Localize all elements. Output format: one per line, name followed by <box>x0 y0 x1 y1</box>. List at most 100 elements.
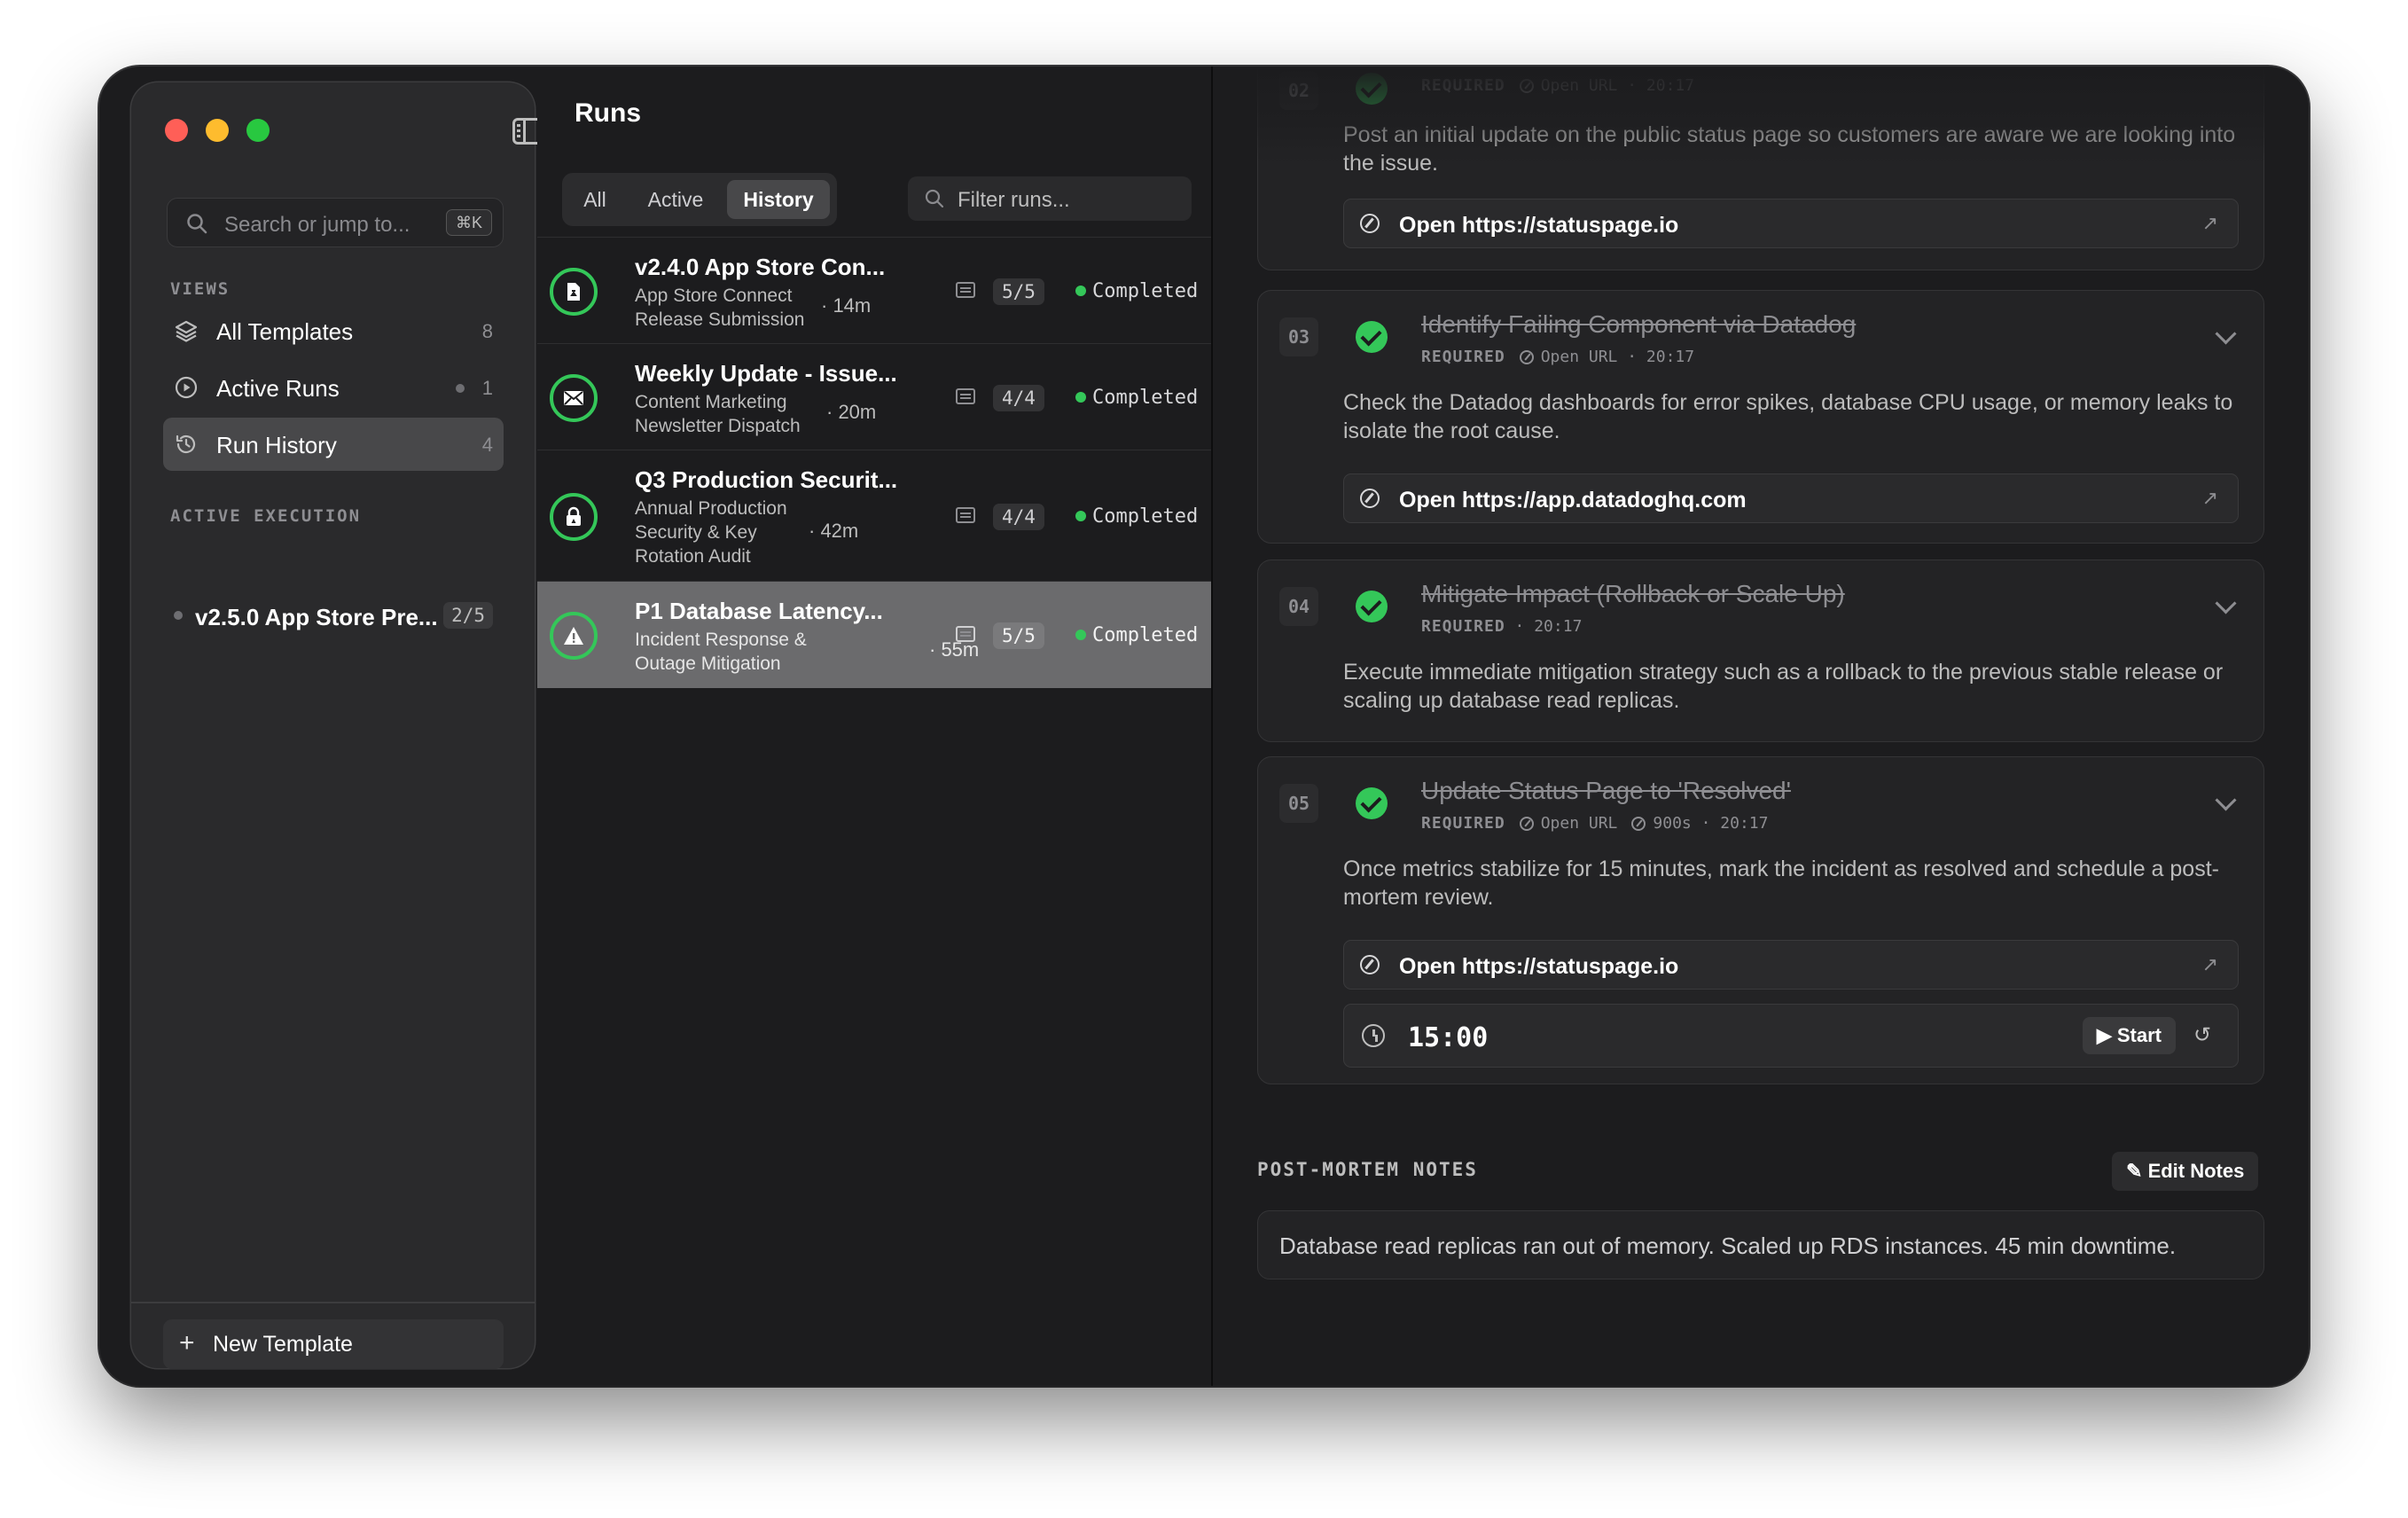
run-row[interactable]: Q3 Production Securit... Annual Producti… <box>537 450 1211 582</box>
reset-timer-icon[interactable]: ↺ <box>2186 1017 2218 1054</box>
minimize-window-button[interactable] <box>206 119 229 142</box>
run-step-count: 4/4 <box>993 504 1044 530</box>
views-section-label: VIEWS <box>170 279 231 299</box>
new-template-button[interactable]: + New Template <box>163 1319 504 1369</box>
run-row[interactable]: Weekly Update - Issue... Content Marketi… <box>537 343 1211 450</box>
play-circle-icon <box>175 376 198 399</box>
step-title: Mitigate Impact (Rollback or Scale Up) <box>1421 580 1845 607</box>
tab-active[interactable]: Active <box>635 180 716 219</box>
compass-icon <box>1360 955 1380 974</box>
search-placeholder: Search or jump to... <box>224 213 410 237</box>
steps-icon <box>956 626 975 642</box>
edit-notes-label: Edit Notes <box>2147 1160 2245 1182</box>
steps-icon <box>956 507 975 523</box>
sidebar-item-count: 4 <box>481 434 493 456</box>
run-title: Weekly Update - Issue... <box>635 360 897 387</box>
run-row[interactable]: v2.4.0 App Store Con... App Store Connec… <box>537 237 1211 344</box>
edit-notes-button[interactable]: ✎ Edit Notes <box>2112 1152 2259 1191</box>
chevron-down-icon[interactable] <box>2215 592 2237 614</box>
run-detail-panel: 02 REQUIRED Open URL · 20:17 Post an init… <box>1213 67 2309 1386</box>
step-description: Check the Datadog dashboards for error s… <box>1343 390 2233 443</box>
step-meta: REQUIRED Open URL 900s · 20:17 <box>1421 814 1769 833</box>
plus-icon: + <box>179 1328 195 1358</box>
start-timer-button[interactable]: ▶ Start <box>2082 1017 2176 1054</box>
run-duration: · 14m <box>821 294 872 317</box>
run-subtitle-line: Outage Mitigation <box>635 653 781 674</box>
run-status: Completed <box>1092 280 1199 302</box>
runs-list-panel: Runs All Active History Filter runs... v… <box>537 67 1211 1386</box>
run-status-ring <box>550 493 598 541</box>
runs-filter-tabs: All Active History <box>562 173 837 226</box>
steps-icon <box>956 388 975 404</box>
sidebar-item-count: 1 <box>481 377 493 399</box>
sidebar-item-label: Run History <box>216 432 337 458</box>
sidebar-item-active-runs[interactable]: Active Runs 1 <box>163 361 504 414</box>
sidebar-item-run-history[interactable]: Run History 4 <box>163 418 504 471</box>
run-status: Completed <box>1092 387 1199 409</box>
check-icon <box>1356 591 1388 622</box>
step-card: 03 Identify Failing Component via Datado… <box>1257 290 2264 544</box>
status-dot <box>174 611 183 620</box>
sidebar-divider <box>131 1302 535 1303</box>
chevron-down-icon[interactable] <box>2215 323 2237 345</box>
step-meta: REQUIRED Open URL · 20:17 <box>1421 76 1695 95</box>
open-url-label: Open https://statuspage.io <box>1399 954 1679 979</box>
run-title: v2.4.0 App Store Con... <box>635 254 886 280</box>
chevron-down-icon[interactable] <box>2215 789 2237 811</box>
notes-text: Database read replicas ran out of memory… <box>1279 1232 2177 1259</box>
history-icon <box>176 434 196 454</box>
search-input[interactable]: Search or jump to... ⌘K <box>167 198 504 247</box>
active-indicator-dot <box>456 384 465 393</box>
run-row-selected[interactable]: P1 Database Latency... Incident Response… <box>537 581 1211 688</box>
warning-icon <box>564 627 583 645</box>
active-execution-progress: 2/5 <box>443 602 493 629</box>
check-icon <box>1356 321 1388 353</box>
external-link-icon: ↗ <box>2201 212 2218 234</box>
zoom-window-button[interactable] <box>246 119 270 142</box>
run-subtitle-line: Newsletter Dispatch <box>635 416 801 436</box>
sidebar-item-count: 8 <box>481 320 493 342</box>
run-subtitle-line: Release Submission <box>635 309 805 330</box>
timer-icon <box>1362 1024 1385 1047</box>
run-status: Completed <box>1092 624 1199 646</box>
timer-value: 15:00 <box>1408 1022 1489 1053</box>
step-title: Update Status Page to 'Resolved' <box>1421 777 1791 804</box>
tab-history[interactable]: History <box>727 180 830 219</box>
active-execution-item[interactable]: v2.5.0 App Store Pre... 2/5 <box>163 590 504 643</box>
run-subtitle-line: Security & Key <box>635 522 757 543</box>
step-title: Identify Failing Component via Datadog <box>1421 310 1857 338</box>
timer-icon <box>1631 817 1646 831</box>
open-url-button[interactable]: Open https://app.datadoghq.com ↗ <box>1343 473 2239 523</box>
layers-icon <box>175 320 198 342</box>
run-title: P1 Database Latency... <box>635 598 883 624</box>
step-number: 05 <box>1279 784 1318 823</box>
compass-icon <box>1519 79 1534 93</box>
sidebar-item-label: Active Runs <box>216 375 340 402</box>
run-subtitle-line: App Store Connect <box>635 286 793 306</box>
search-shortcut-badge: ⌘K <box>445 209 492 236</box>
open-url-label: Open https://statuspage.io <box>1399 213 1679 238</box>
open-url-button[interactable]: Open https://statuspage.io ↗ <box>1343 940 2239 990</box>
close-window-button[interactable] <box>165 119 188 142</box>
step-card: 04 Mitigate Impact (Rollback or Scale Up… <box>1257 559 2264 742</box>
step-meta: REQUIRED Open URL · 20:17 <box>1421 348 1695 366</box>
sidebar-item-all-templates[interactable]: All Templates 8 <box>163 304 504 357</box>
open-url-button[interactable]: Open https://statuspage.io ↗ <box>1343 199 2239 248</box>
compass-icon <box>1519 350 1534 364</box>
run-status: Completed <box>1092 505 1199 528</box>
step-description: Execute immediate mitigation strategy su… <box>1343 660 2224 713</box>
step-description: Once metrics stabilize for 15 minutes, m… <box>1343 857 2219 910</box>
run-status-ring <box>550 612 598 660</box>
step-description: Post an initial update on the public sta… <box>1343 122 2236 176</box>
status-dot <box>1075 630 1086 640</box>
app-window: Search or jump to... ⌘K VIEWS All Templa… <box>99 67 2309 1386</box>
step-number: 04 <box>1279 587 1318 626</box>
step-number: 03 <box>1279 317 1318 356</box>
filter-runs-input[interactable]: Filter runs... <box>908 176 1192 221</box>
run-title: Q3 Production Securit... <box>635 466 898 493</box>
lock-icon <box>567 506 581 526</box>
compass-icon <box>1360 214 1380 233</box>
step-card: 05 Update Status Page to 'Resolved' REQU… <box>1257 756 2264 1084</box>
tab-all[interactable]: All <box>571 180 619 219</box>
start-label: Start <box>2116 1024 2162 1046</box>
